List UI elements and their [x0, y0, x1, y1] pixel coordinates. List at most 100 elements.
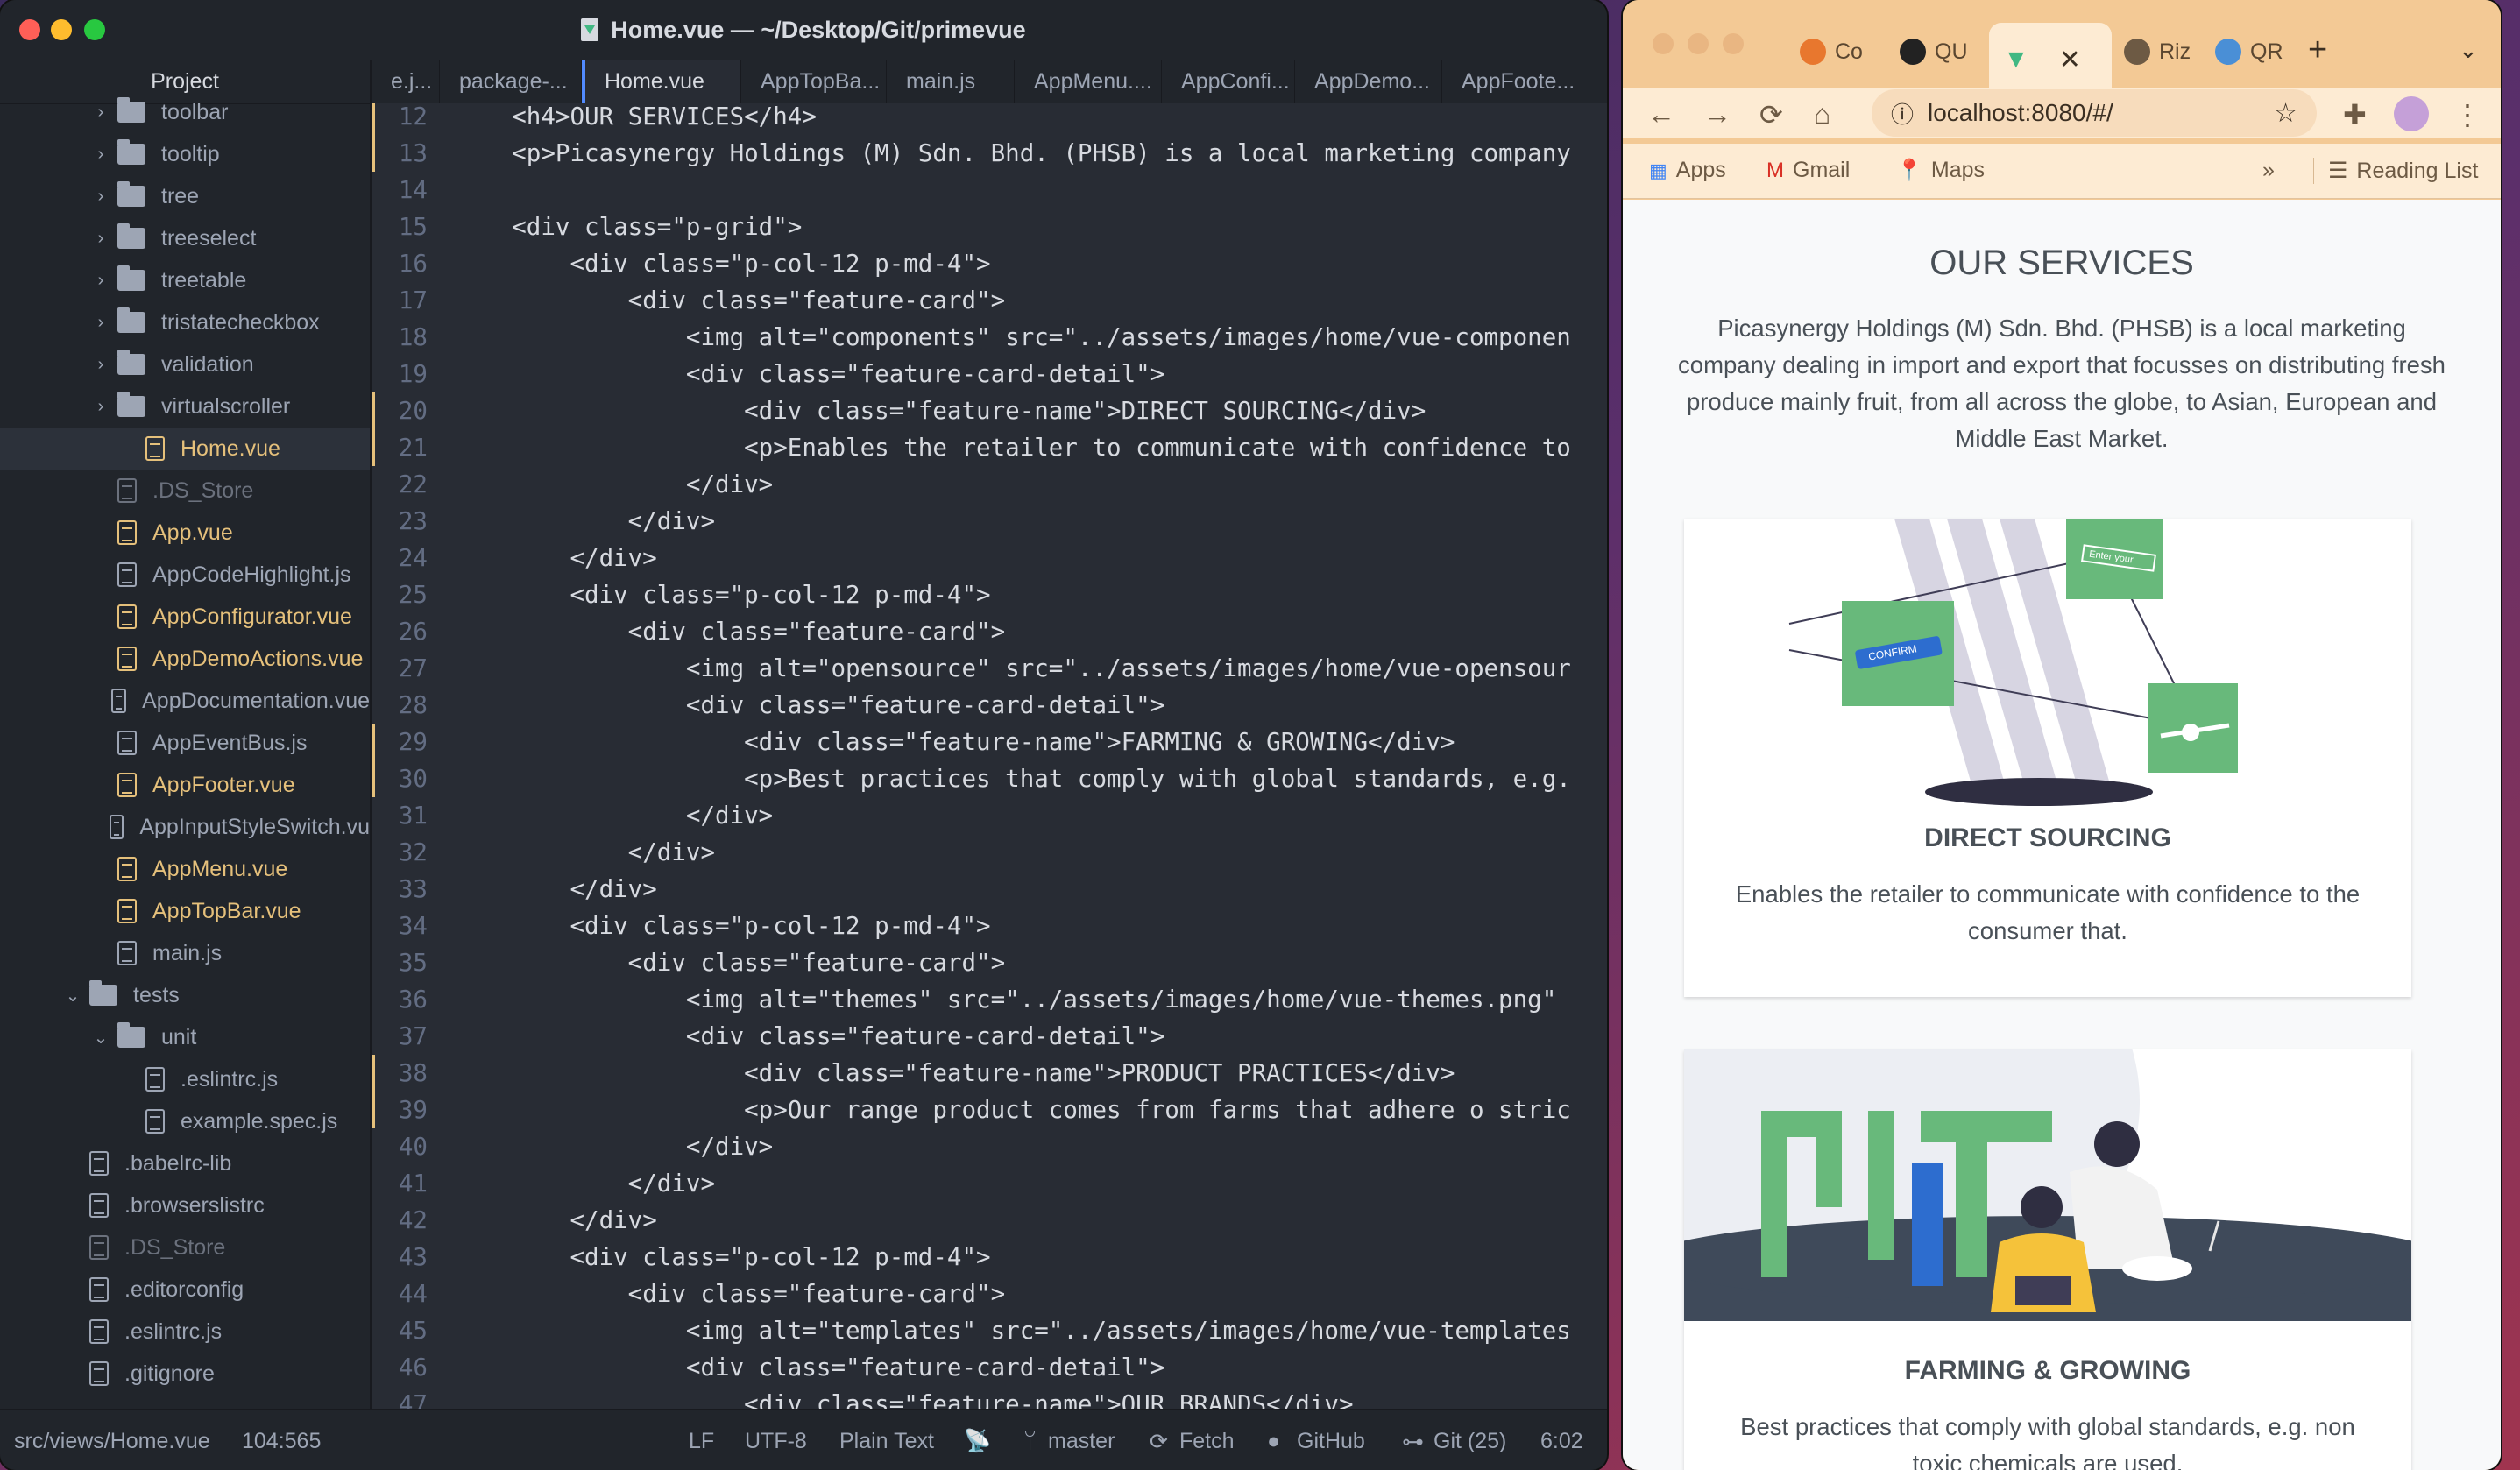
- tree-item[interactable]: › tree: [0, 175, 370, 217]
- tree-item[interactable]: example.spec.js: [0, 1100, 370, 1142]
- address-bar[interactable]: ⓘ localhost:8080/#/ ☆: [1872, 89, 2317, 137]
- code-line[interactable]: 38 <div class="feature-name">PRODUCT PRA…: [372, 1055, 1607, 1092]
- tree-item[interactable]: AppDemoActions.vue: [0, 638, 370, 680]
- new-tab-plus-icon[interactable]: +: [2308, 32, 2327, 69]
- code-line[interactable]: 37 <div class="feature-card-detail">: [372, 1018, 1607, 1055]
- code-line[interactable]: 47 <div class="feature-name">OUR BRANDS<…: [372, 1386, 1607, 1409]
- tree-item[interactable]: .DS_Store: [0, 1226, 370, 1269]
- extensions-puzzle-icon[interactable]: ✚: [2343, 98, 2367, 131]
- browser-tab[interactable]: Co: [1800, 23, 1863, 81]
- editor-tab[interactable]: AppFoote...: [1442, 60, 1589, 103]
- tree-item[interactable]: .eslintrc.js: [0, 1311, 370, 1353]
- bookmarks-overflow[interactable]: »: [2262, 158, 2275, 183]
- tree-item[interactable]: App.vue: [0, 512, 370, 554]
- status-github[interactable]: GitHub: [1297, 1429, 1365, 1454]
- code-line[interactable]: 24 </div>: [372, 540, 1607, 576]
- code-line[interactable]: 44 <div class="feature-card">: [372, 1276, 1607, 1312]
- tree-item[interactable]: .gitignore: [0, 1353, 370, 1395]
- browser-tab[interactable]: Riz: [2124, 23, 2191, 81]
- status-grammar[interactable]: Plain Text: [839, 1429, 934, 1454]
- broadcast-icon[interactable]: 📡: [964, 1429, 991, 1454]
- tree-item[interactable]: main.js: [0, 932, 370, 974]
- editor-tab[interactable]: AppMenu....: [1015, 60, 1162, 103]
- forward-arrow-icon[interactable]: →: [1703, 98, 1731, 131]
- browser-zoom-button[interactable]: [1723, 33, 1744, 54]
- tree-item[interactable]: › tristatecheckbox: [0, 301, 370, 343]
- tree-item[interactable]: AppDocumentation.vue: [0, 680, 370, 722]
- tree-item[interactable]: AppFooter.vue: [0, 764, 370, 806]
- code-line[interactable]: 34 <div class="p-col-12 p-md-4">: [372, 908, 1607, 944]
- browser-minimize-button[interactable]: [1688, 33, 1709, 54]
- code-line[interactable]: 15 <div class="p-grid">: [372, 208, 1607, 245]
- tree-item[interactable]: › tooltip: [0, 133, 370, 175]
- chevron-right-icon[interactable]: ›: [91, 102, 110, 123]
- code-line[interactable]: 32 </div>: [372, 834, 1607, 871]
- editor-tab[interactable]: e.j...: [372, 60, 440, 103]
- status-cursor-position[interactable]: 104:565: [242, 1429, 321, 1454]
- bookmark-star-icon[interactable]: ☆: [2274, 98, 2297, 129]
- status-encoding[interactable]: UTF-8: [745, 1429, 807, 1454]
- info-icon[interactable]: ⓘ: [1891, 97, 1914, 130]
- bookmark-maps[interactable]: 📍 Maps: [1896, 158, 1985, 183]
- tree-item[interactable]: AppInputStyleSwitch.vu: [0, 806, 370, 848]
- browser-tab[interactable]: QU: [1900, 23, 1968, 81]
- close-window-button[interactable]: [19, 19, 40, 40]
- code-line[interactable]: 40 </div>: [372, 1128, 1607, 1165]
- tree-item[interactable]: Home.vue: [0, 428, 370, 470]
- editor-tab[interactable]: AppDemo...: [1295, 60, 1442, 103]
- status-branch[interactable]: master: [1048, 1429, 1115, 1454]
- menu-dots-icon[interactable]: ⋮: [2453, 98, 2481, 131]
- editor-tab[interactable]: AppTopBa...: [741, 60, 887, 103]
- code-line[interactable]: 13 <p>Picasynergy Holdings (M) Sdn. Bhd.…: [372, 135, 1607, 172]
- code-line[interactable]: 19 <div class="feature-card-detail">: [372, 356, 1607, 392]
- tree-item[interactable]: AppTopBar.vue: [0, 890, 370, 932]
- browser-close-button[interactable]: [1653, 33, 1674, 54]
- tab-search-chevron-icon[interactable]: ⌄: [2459, 37, 2478, 64]
- tree-item[interactable]: .browserslistrc: [0, 1184, 370, 1226]
- tree-item[interactable]: AppConfigurator.vue: [0, 596, 370, 638]
- chevron-right-icon[interactable]: ›: [91, 187, 110, 207]
- tree-item[interactable]: › treeselect: [0, 217, 370, 259]
- status-fetch[interactable]: Fetch: [1179, 1429, 1235, 1454]
- tab-close-icon[interactable]: ✕: [2059, 45, 2081, 75]
- zoom-window-button[interactable]: [84, 19, 105, 40]
- code-line[interactable]: 36 <img alt="themes" src="../assets/imag…: [372, 981, 1607, 1018]
- code-line[interactable]: 22 </div>: [372, 466, 1607, 503]
- bookmark-apps[interactable]: ▦ Apps: [1649, 158, 1726, 183]
- chevron-right-icon[interactable]: ›: [91, 397, 110, 417]
- code-line[interactable]: 31 </div>: [372, 797, 1607, 834]
- editor-tab-active[interactable]: Home.vue: [582, 60, 741, 103]
- code-line[interactable]: 30 <p>Best practices that comply with gl…: [372, 760, 1607, 797]
- status-file-path[interactable]: src/views/Home.vue: [14, 1429, 210, 1454]
- tree-item[interactable]: .eslintrc.js: [0, 1058, 370, 1100]
- tree-item[interactable]: .babelrc-lib: [0, 1142, 370, 1184]
- browser-tab-active[interactable]: ▼ ✕: [1989, 23, 2112, 96]
- code-line[interactable]: 45 <img alt="templates" src="../assets/i…: [372, 1312, 1607, 1349]
- code-line[interactable]: 23 </div>: [372, 503, 1607, 540]
- tree-item[interactable]: .DS_Store: [0, 470, 370, 512]
- code-editor[interactable]: 12 <h4>OUR SERVICES</h4> 13 <p>Picasynerg…: [372, 103, 1607, 1409]
- code-line[interactable]: 35 <div class="feature-card">: [372, 944, 1607, 981]
- tree-item[interactable]: AppCodeHighlight.js: [0, 554, 370, 596]
- home-icon[interactable]: ⌂: [1814, 98, 1830, 131]
- editor-tab[interactable]: package-...: [440, 60, 582, 103]
- code-line[interactable]: 14: [372, 172, 1607, 208]
- tree-item[interactable]: › virtualscroller: [0, 385, 370, 428]
- code-line[interactable]: 29 <div class="feature-name">FARMING & G…: [372, 724, 1607, 760]
- code-line[interactable]: 16 <div class="p-col-12 p-md-4">: [372, 245, 1607, 282]
- project-tree[interactable]: Project › toolbar › tooltip › tree › treeselect…: [0, 60, 372, 1409]
- reading-list[interactable]: ☰ Reading List: [2313, 158, 2478, 184]
- code-line[interactable]: 17 <div class="feature-card">: [372, 282, 1607, 319]
- tree-item[interactable]: ⌄ tests: [0, 974, 370, 1016]
- bookmark-gmail[interactable]: M Gmail: [1766, 158, 1850, 183]
- reload-icon[interactable]: ⟳: [1759, 98, 1783, 131]
- code-line[interactable]: 42 </div>: [372, 1202, 1607, 1239]
- tree-item[interactable]: › toolbar: [0, 91, 370, 133]
- minimize-window-button[interactable]: [51, 19, 72, 40]
- code-line[interactable]: 20 <div class="feature-name">DIRECT SOUR…: [372, 392, 1607, 429]
- url-text[interactable]: localhost:8080/#/: [1928, 99, 2113, 127]
- tree-item[interactable]: › treetable: [0, 259, 370, 301]
- editor-tab[interactable]: AppConfi...: [1162, 60, 1295, 103]
- chevron-right-icon[interactable]: ›: [91, 313, 110, 333]
- tree-item[interactable]: ⌄ unit: [0, 1016, 370, 1058]
